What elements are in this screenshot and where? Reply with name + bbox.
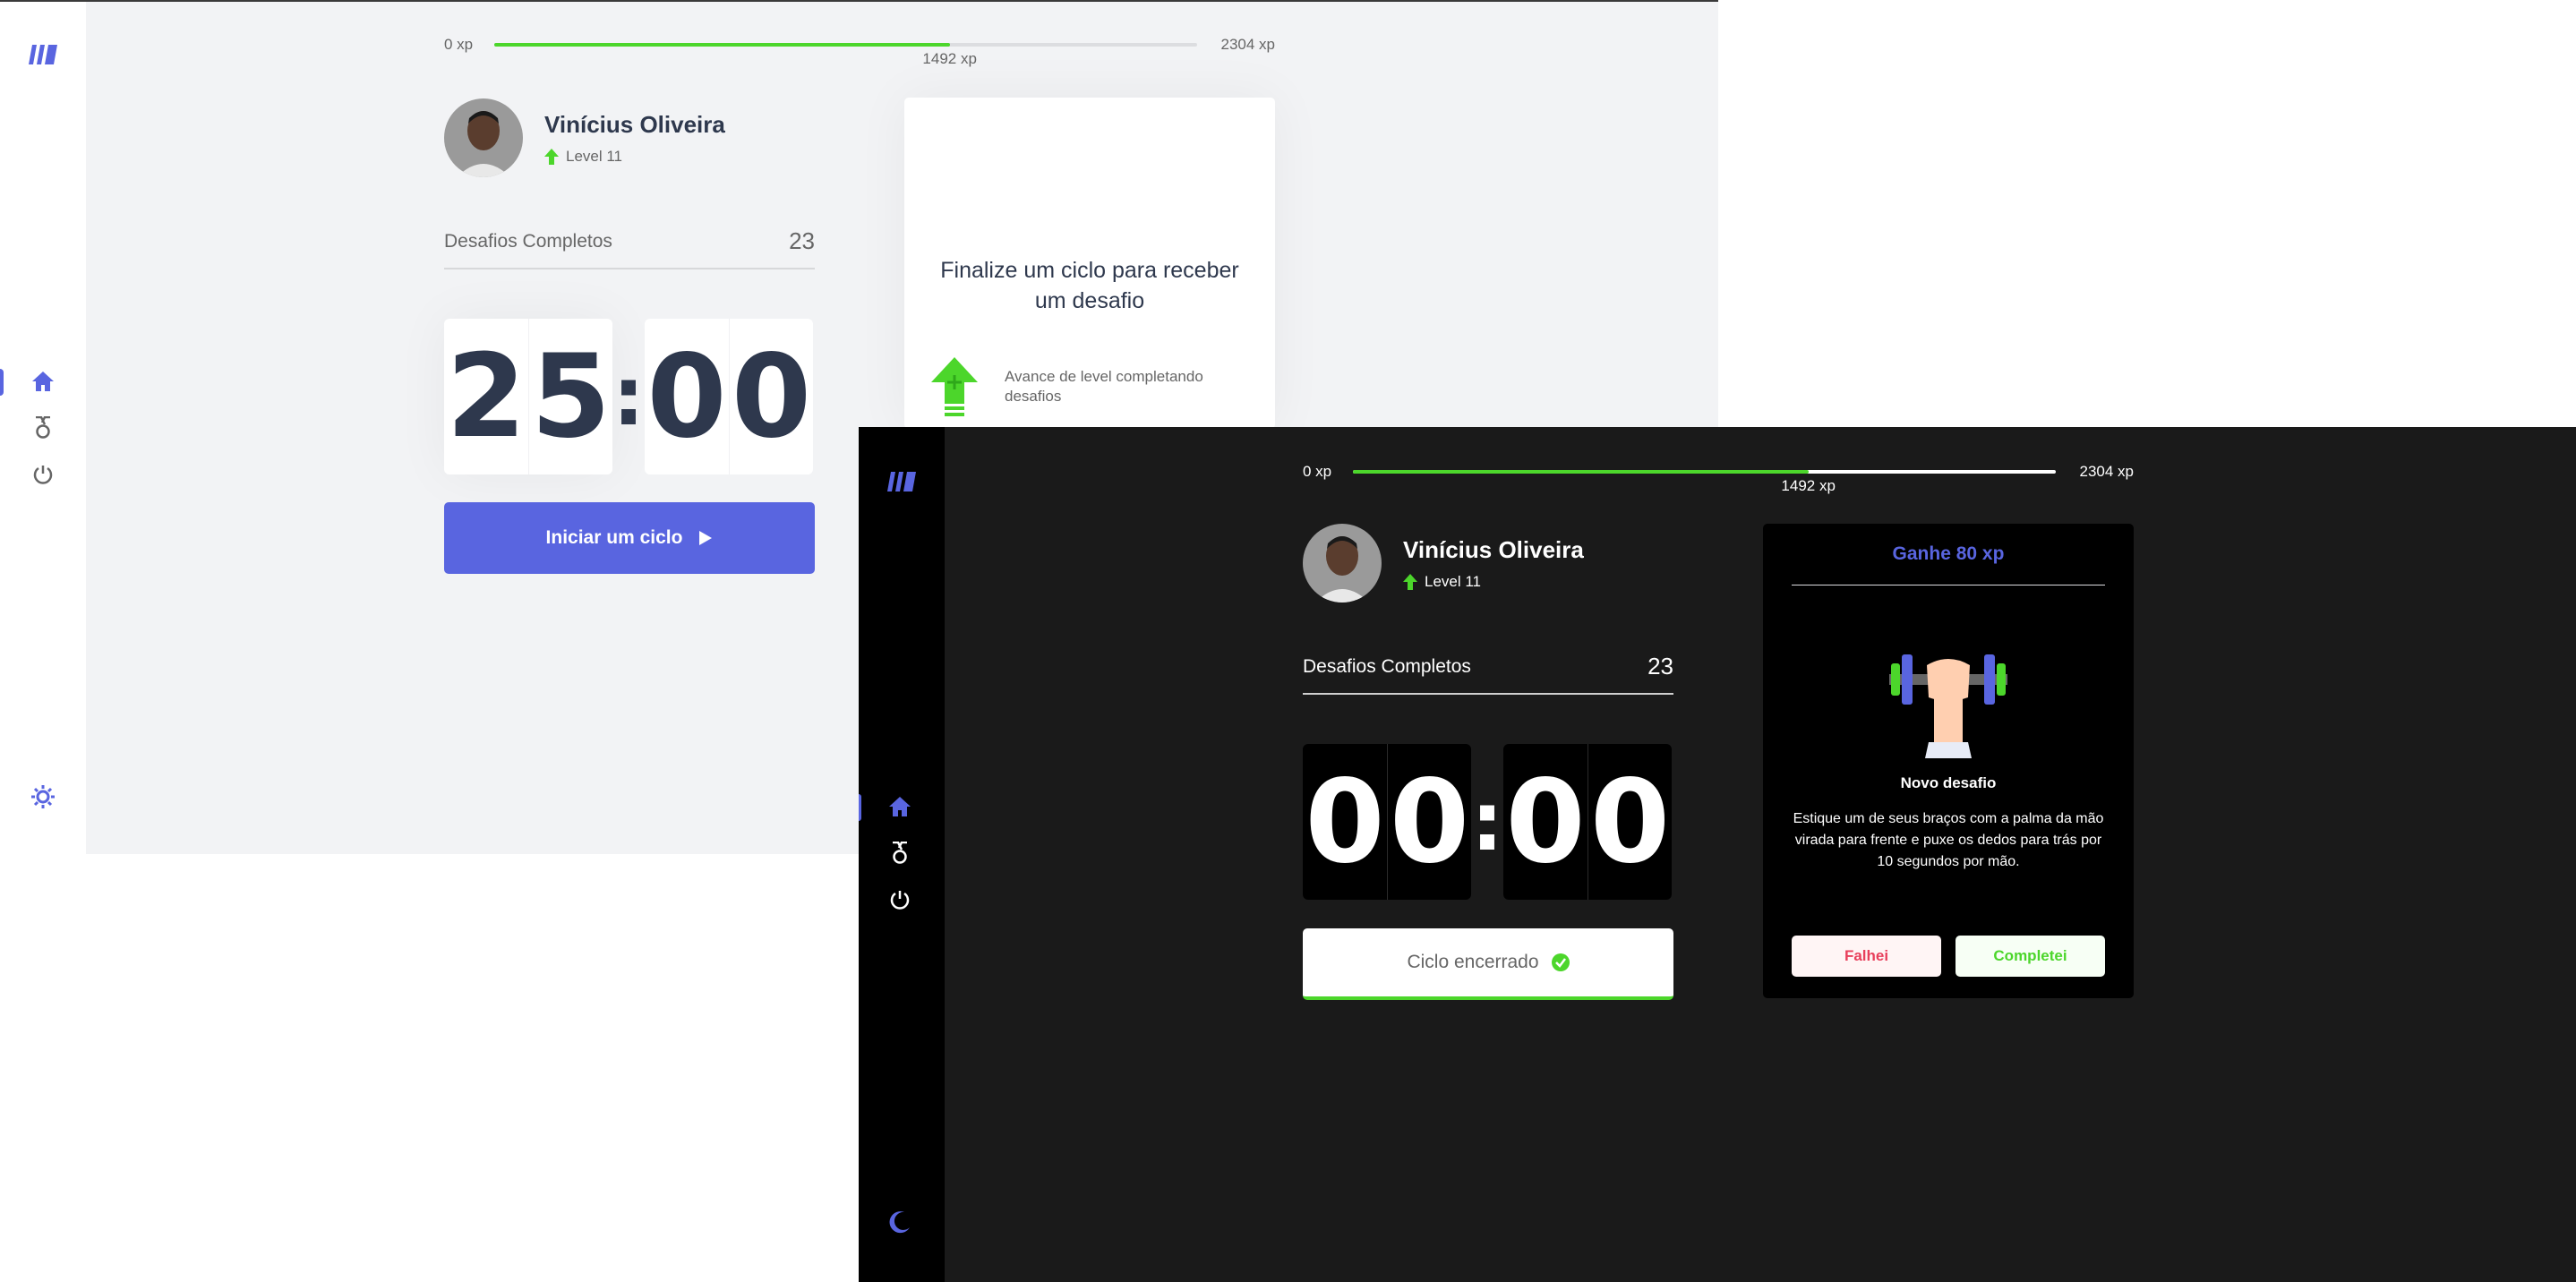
moon-icon[interactable] [887, 1209, 912, 1235]
completed-count: 23 [1647, 653, 1673, 679]
xp-current-label: 1492 xp [922, 50, 977, 67]
challenge-box: Finalize um ciclo para receber um desafi… [904, 98, 1275, 429]
completed-count: 23 [789, 227, 815, 254]
completed-button[interactable]: Completei [1956, 936, 2105, 977]
sun-icon[interactable] [30, 784, 56, 809]
xp-fill [494, 43, 950, 47]
experience-bar: 0 xp 1492 xp 2304 xp [1303, 463, 2134, 499]
minute-digit: 5 [528, 319, 612, 474]
minutes: 0 0 [1303, 744, 1471, 900]
user-level: Level 11 [1425, 572, 1482, 590]
challenge-box-title: Finalize um ciclo para receber um desafi… [940, 258, 1239, 313]
completed-challenges: Desafios Completos 23 [1303, 653, 1673, 695]
power-icon[interactable] [30, 462, 56, 487]
cycle-finished-button[interactable]: Ciclo encerrado [1303, 928, 1673, 1000]
minute-digit: 0 [1387, 744, 1471, 900]
xp-current-label: 1492 xp [1781, 477, 1836, 494]
cycle-finished-label: Ciclo encerrado [1407, 952, 1539, 972]
profile: Vinícius Oliveira Level 11 [444, 98, 725, 177]
home-icon[interactable] [887, 794, 912, 819]
active-nav-indicator [859, 794, 861, 821]
logo-icon[interactable] [887, 468, 916, 497]
challenge-description: Estique um de seus braços com a palma da… [1793, 811, 2104, 869]
minute-digit: 2 [444, 319, 528, 474]
second-digit: 0 [1503, 744, 1588, 900]
minute-digit: 0 [1303, 744, 1387, 900]
body-icon [1886, 653, 2011, 763]
minutes: 2 5 [444, 319, 612, 474]
user-name: Vinícius Oliveira [1403, 535, 1584, 563]
level-up-icon [544, 148, 559, 165]
user-name: Vinícius Oliveira [544, 110, 725, 138]
medal-icon[interactable] [30, 415, 56, 440]
profile: Vinícius Oliveira Level 11 [1303, 524, 1584, 603]
home-icon[interactable] [30, 369, 56, 394]
dark-theme-screen: 0 xp 1492 xp 2304 xp Vinícius Oliveira L… [859, 427, 2576, 1282]
xp-max-label: 2304 xp [1220, 36, 1276, 53]
level-up-icon [1403, 573, 1417, 590]
failed-label: Falhei [1844, 947, 1889, 964]
experience-bar: 0 xp 1492 xp 2304 xp [444, 36, 1275, 72]
xp-fill [1353, 470, 1809, 474]
failed-button[interactable]: Falhei [1792, 936, 1941, 977]
seconds: 0 0 [1503, 744, 1672, 900]
xp-max-label: 2304 xp [2079, 463, 2135, 480]
medal-icon[interactable] [887, 841, 912, 866]
timer-colon: : [1471, 774, 1503, 869]
challenge-box: Ganhe 80 xp Novo desafio Estique um de s… [1763, 524, 2134, 998]
app-root: 0 xp 1492 xp 2304 xp Vinícius Oliveira L… [0, 0, 2576, 1282]
xp-min-label: 0 xp [1303, 463, 1332, 480]
active-nav-indicator [0, 369, 4, 396]
second-digit: 0 [645, 319, 729, 474]
start-cycle-label: Iniciar um ciclo [545, 527, 683, 548]
user-level: Level 11 [566, 147, 623, 165]
level-up-arrow-icon [931, 357, 978, 416]
xp-min-label: 0 xp [444, 36, 474, 53]
timer-colon: : [612, 349, 645, 444]
completed-challenges: Desafios Completos 23 [444, 227, 815, 269]
second-digit: 0 [1588, 744, 1672, 900]
completed-button-label: Completei [1993, 947, 2067, 964]
completed-label: Desafios Completos [444, 230, 612, 252]
countdown-timer: 2 5 : 0 0 [444, 319, 813, 474]
xp-track [1353, 470, 2056, 474]
challenge-title: Novo desafio [1900, 774, 1997, 791]
countdown-timer: 0 0 : 0 0 [1303, 744, 1672, 900]
start-cycle-button[interactable]: Iniciar um ciclo [444, 502, 815, 574]
sidebar [0, 2, 86, 854]
check-circle-icon [1551, 953, 1570, 971]
play-icon [699, 531, 713, 545]
xp-track [494, 43, 1197, 47]
challenge-box-hint: Avance de level completando desafios [1005, 368, 1203, 405]
second-digit: 0 [729, 319, 813, 474]
completed-label: Desafios Completos [1303, 655, 1471, 677]
sidebar [859, 427, 945, 1282]
challenge-header: Ganhe 80 xp [1792, 543, 2105, 585]
avatar [1303, 524, 1382, 603]
logo-icon[interactable] [29, 41, 57, 70]
avatar [444, 98, 523, 177]
seconds: 0 0 [645, 319, 813, 474]
power-icon[interactable] [887, 887, 912, 912]
